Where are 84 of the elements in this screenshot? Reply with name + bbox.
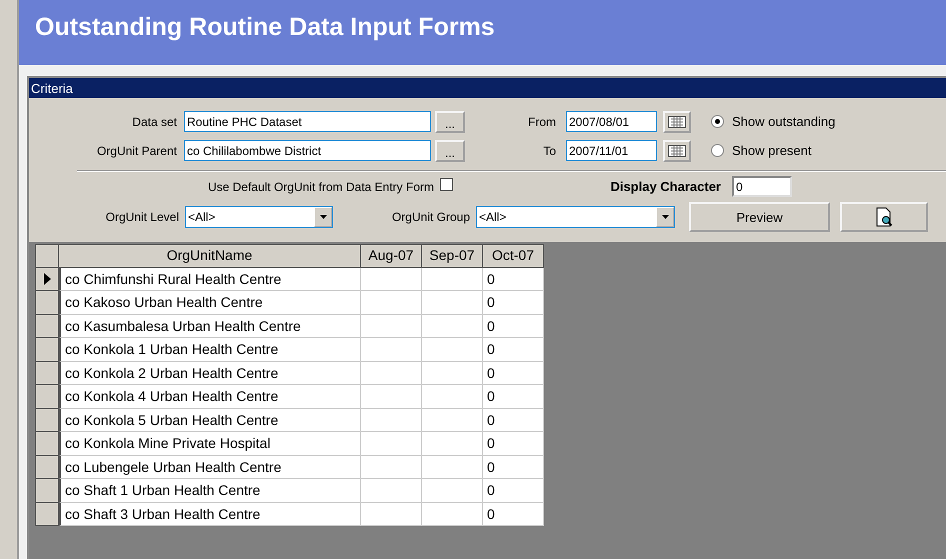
table-cell [361, 456, 422, 479]
window-title: Outstanding Routine Data Input Forms [35, 13, 495, 42]
table-cell: 0 [483, 456, 544, 479]
calendar-icon [668, 144, 686, 156]
table-cell: 0 [483, 502, 544, 526]
field-label: To [542, 144, 556, 158]
checkbox-label: Use Default OrgUnit from Data Entry Form [206, 180, 434, 194]
calendar-icon [668, 116, 686, 128]
current-row-icon [44, 272, 50, 285]
table-cell: 0 [483, 362, 544, 385]
table-cell [361, 314, 422, 338]
calendar-button[interactable] [663, 110, 691, 132]
table-cell: co Konkola 5 Urban Health Centre [59, 408, 361, 432]
table-cell: co Kasumbalesa Urban Health Centre [59, 314, 361, 338]
table-cell [361, 338, 422, 362]
table-cell [422, 385, 483, 408]
preview-button[interactable]: Preview [689, 202, 830, 232]
radio-label[interactable]: Show outstanding [732, 114, 836, 129]
column-header[interactable]: Sep-07 [422, 244, 483, 268]
table-cell [422, 314, 483, 338]
table-cell [422, 362, 483, 385]
field-label: OrgUnit Level [104, 210, 179, 224]
table-cell: co Lubengele Urban Health Centre [59, 456, 361, 479]
table-cell [422, 456, 483, 479]
field-label: From [527, 114, 556, 128]
table-cell [361, 502, 422, 526]
table-cell [422, 502, 483, 526]
date-field[interactable]: 2007/08/01 [566, 111, 657, 132]
radio-button[interactable] [711, 115, 724, 128]
table-cell: 0 [483, 408, 544, 432]
print-preview-icon [875, 207, 893, 227]
table-cell: 0 [483, 291, 544, 314]
table-cell [361, 432, 422, 456]
table-cell: 0 [483, 479, 544, 502]
display-character-field[interactable]: 0 [732, 176, 792, 197]
table-cell [422, 432, 483, 456]
table-cell: 0 [483, 314, 544, 338]
row-header [35, 244, 59, 268]
table-cell: co Kakoso Urban Health Centre [59, 291, 361, 314]
table-cell: 0 [483, 338, 544, 362]
table-cell [422, 338, 483, 362]
orgunit-level-dropdown[interactable]: <All> [185, 206, 333, 228]
radio-label[interactable]: Show present [732, 143, 812, 158]
orgunit-group-dropdown[interactable]: <All> [476, 206, 675, 228]
table-cell: 0 [483, 432, 544, 456]
table-cell [361, 268, 422, 291]
table-cell: co Konkola Mine Private Hospital [59, 432, 361, 456]
table-cell [361, 291, 422, 314]
table-cell [361, 385, 422, 408]
print-preview-button[interactable] [840, 202, 928, 232]
browse-button[interactable]: ... [435, 140, 465, 162]
caret-icon [662, 215, 668, 219]
column-header[interactable]: Aug-07 [361, 244, 422, 268]
orgunit-parent-field[interactable]: co Chililabombwe District [184, 140, 431, 161]
table-cell [422, 479, 483, 502]
caret-icon [320, 215, 326, 219]
table-cell [361, 479, 422, 502]
calendar-button[interactable] [663, 140, 691, 162]
table-cell [361, 362, 422, 385]
table-cell [422, 268, 483, 291]
row-selector[interactable] [35, 268, 59, 291]
table-cell: 0 [483, 268, 544, 291]
column-header[interactable]: OrgUnitName [59, 244, 361, 268]
table-cell: co Chimfunshi Rural Health Centre [59, 268, 361, 291]
field-label: OrgUnit Group [390, 210, 470, 224]
criteria-title: Criteria [31, 80, 73, 96]
table-cell: 0 [483, 385, 544, 408]
field-label: Data set [131, 114, 177, 128]
date-field[interactable]: 2007/11/01 [566, 140, 657, 161]
column-header[interactable]: Oct-07 [483, 244, 544, 268]
data-set-field[interactable]: Routine PHC Dataset [184, 111, 431, 132]
table-cell [361, 408, 422, 432]
table-cell [422, 408, 483, 432]
table-cell: co Shaft 1 Urban Health Centre [59, 479, 361, 502]
table-cell: co Konkola 4 Urban Health Centre [59, 385, 361, 408]
field-label: OrgUnit Parent [96, 144, 177, 158]
table-cell [422, 291, 483, 314]
radio-button[interactable] [711, 144, 724, 157]
table-cell: co Shaft 3 Urban Health Centre [59, 502, 361, 526]
table-cell: co Konkola 2 Urban Health Centre [59, 362, 361, 385]
browse-button[interactable]: ... [435, 110, 465, 132]
checkbox[interactable] [440, 178, 453, 191]
table-cell: co Konkola 1 Urban Health Centre [59, 338, 361, 362]
field-label: Display Character [609, 179, 721, 194]
